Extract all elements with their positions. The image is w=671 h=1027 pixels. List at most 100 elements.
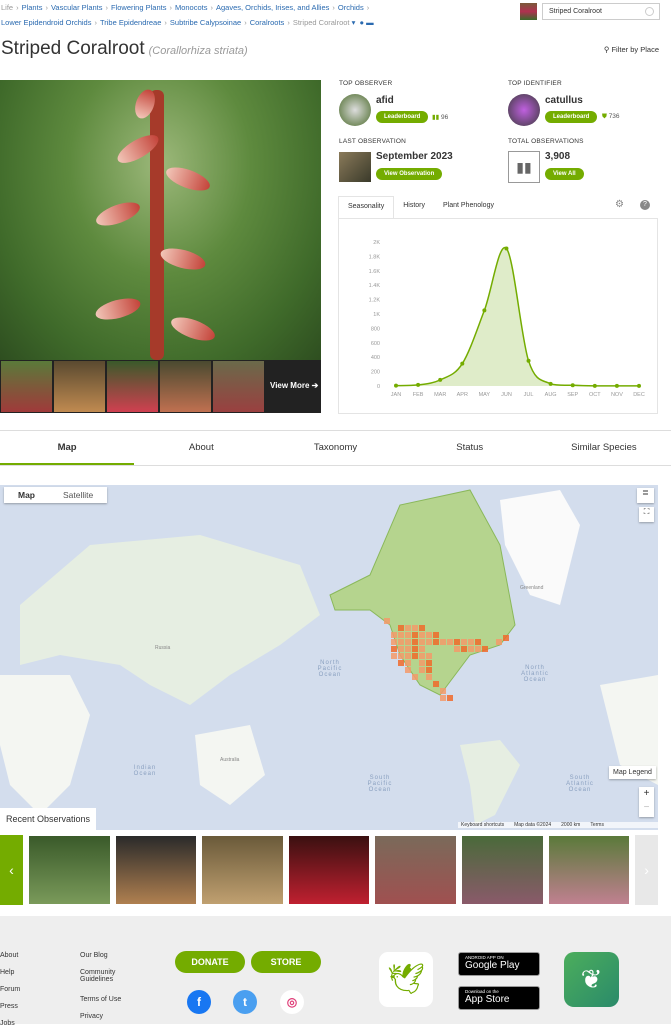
inaturalist-app-icon[interactable]: 🕊 (379, 952, 433, 1007)
map[interactable]: North Pacific Ocean North Atlantic Ocean… (0, 485, 658, 830)
taxon-search[interactable]: Striped Coralroot (520, 3, 660, 20)
search-input[interactable]: Striped Coralroot (542, 3, 660, 20)
footer-link[interactable]: About (0, 952, 50, 959)
scale-bar: 2000 km (561, 822, 581, 828)
observation-photo[interactable] (548, 836, 630, 904)
breadcrumb-item[interactable]: Flowering Plants (111, 3, 166, 12)
tab-history[interactable]: History (394, 196, 434, 218)
tab-seasonality[interactable]: Seasonality (338, 196, 395, 218)
separator: › (16, 3, 19, 12)
footer-link[interactable]: Press (0, 1003, 50, 1010)
footer-link[interactable]: Forum (0, 986, 50, 993)
thumbnail[interactable] (107, 361, 158, 412)
observation-cell (454, 646, 460, 652)
map-legend-button[interactable]: Map Legend (609, 766, 656, 779)
y-tick-label: 1K (373, 312, 380, 318)
observer-name[interactable]: afid (376, 95, 394, 106)
observation-photo[interactable] (28, 836, 110, 904)
footer-link[interactable]: Our Blog (80, 952, 130, 959)
breadcrumb-item[interactable]: Tribe Epidendreae (100, 18, 161, 27)
separator: › (332, 3, 335, 12)
app-store-badge[interactable]: Download on the App Store (458, 986, 540, 1010)
binoculars-icon: ▮▮ (508, 151, 540, 183)
observation-photo[interactable] (115, 836, 197, 904)
breadcrumb-item[interactable]: Lower Epidendroid Orchids (1, 18, 91, 27)
observation-photo[interactable] (288, 836, 370, 904)
tab-taxonomy[interactable]: Taxonomy (268, 431, 402, 465)
next-arrow-icon[interactable]: › (635, 835, 659, 905)
thumbnail[interactable] (213, 361, 264, 412)
breadcrumb-item[interactable]: Orchids (338, 3, 364, 12)
area-fill (396, 247, 639, 386)
google-play-badge[interactable]: ANDROID APP ON Google Play (458, 952, 540, 976)
main-photo[interactable] (0, 80, 321, 360)
tab-map[interactable]: Map (0, 431, 135, 465)
tab-similar-species[interactable]: Similar Species (537, 431, 671, 465)
observation-cell (468, 646, 474, 652)
thumbnail[interactable] (1, 361, 52, 412)
footer-link[interactable]: Community Guidelines (80, 969, 130, 983)
observation-cell (419, 625, 425, 631)
label-north-atlantic: North Atlantic Ocean (521, 665, 549, 683)
breadcrumb-item[interactable]: Life (1, 3, 13, 12)
tab-plant-phenology[interactable]: Plant Phenology (434, 196, 503, 218)
observer-leaderboard-button[interactable]: Leaderboard (376, 111, 429, 123)
footer-link[interactable]: Help (0, 969, 50, 976)
keyboard-shortcuts-link[interactable]: Keyboard shortcuts (461, 822, 504, 828)
store-button[interactable]: STORE (251, 951, 321, 973)
breadcrumb-item[interactable]: Subtribe Calypsoinae (170, 18, 241, 27)
data-point (504, 246, 509, 251)
seek-app-icon[interactable]: ❦ (564, 952, 619, 1007)
x-tick-label: MAY (479, 392, 491, 398)
help-icon[interactable]: ? (640, 200, 650, 210)
gear-icon[interactable]: ⚙ (615, 199, 624, 210)
zoom-in-button[interactable]: + (639, 787, 654, 801)
tab-status[interactable]: Status (403, 431, 537, 465)
breadcrumb-item[interactable]: Coralroots (250, 18, 285, 27)
land-australia (195, 725, 265, 805)
shield-icon: ⛊ (602, 113, 607, 120)
zoom-out-button[interactable]: − (639, 801, 654, 815)
breadcrumb-item[interactable]: Monocots (175, 3, 208, 12)
identifier-leaderboard-button[interactable]: Leaderboard (545, 111, 598, 123)
identifier-name[interactable]: catullus (545, 95, 583, 106)
observation-cell (391, 632, 397, 638)
clear-icon[interactable] (645, 7, 654, 16)
thumbnail[interactable] (54, 361, 105, 412)
observation-photo[interactable] (202, 836, 283, 904)
separator: › (287, 18, 290, 27)
terms-link[interactable]: Terms (590, 822, 604, 828)
observation-cell (419, 660, 425, 666)
instagram-icon[interactable]: ◎ (280, 990, 304, 1014)
satellite-button[interactable]: Satellite (49, 487, 107, 503)
taxon-menu-icon[interactable]: ▾ ● ▬ (350, 18, 374, 27)
observation-photo[interactable] (461, 836, 543, 904)
observation-photo[interactable] (375, 836, 456, 904)
observation-cell (398, 660, 404, 666)
label-north-pacific: North Pacific Ocean (317, 660, 343, 678)
breadcrumb-item[interactable]: Plants (22, 3, 43, 12)
tab-about[interactable]: About (134, 431, 268, 465)
footer: About Help Forum Press Jobs Our Blog Community… (0, 916, 671, 1027)
view-more-link[interactable]: View More ➔ (270, 381, 318, 390)
footer-link[interactable]: Terms of Use (80, 996, 130, 1003)
prev-arrow-icon[interactable]: ‹ (0, 835, 23, 905)
view-all-button[interactable]: View All (545, 168, 584, 180)
identifier-avatar[interactable] (508, 94, 540, 126)
breadcrumb-item[interactable]: Vascular Plants (51, 3, 103, 12)
twitter-icon[interactable]: t (233, 990, 257, 1014)
breadcrumb-item[interactable]: Agaves, Orchids, Irises, and Allies (216, 3, 329, 12)
facebook-icon[interactable]: f (187, 990, 211, 1014)
layers-icon[interactable]: ≣ (637, 488, 654, 503)
seasonality-chart: 0 200 400 600 800 1K 1.2K 1.4K 1.6K 1.8K 2K JAN FEB M… (369, 240, 645, 398)
observer-avatar[interactable] (339, 94, 371, 126)
last-observation-photo[interactable] (339, 152, 371, 182)
fullscreen-icon[interactable]: ⛶ (639, 507, 654, 522)
map-button[interactable]: Map (4, 487, 49, 503)
observation-cell (412, 646, 418, 652)
footer-link[interactable]: Privacy (80, 1013, 130, 1020)
thumbnail[interactable] (160, 361, 211, 412)
view-observation-button[interactable]: View Observation (376, 168, 443, 180)
donate-button[interactable]: DONATE (175, 951, 245, 973)
filter-by-place-button[interactable]: ⚲ Filter by Place (604, 45, 659, 54)
